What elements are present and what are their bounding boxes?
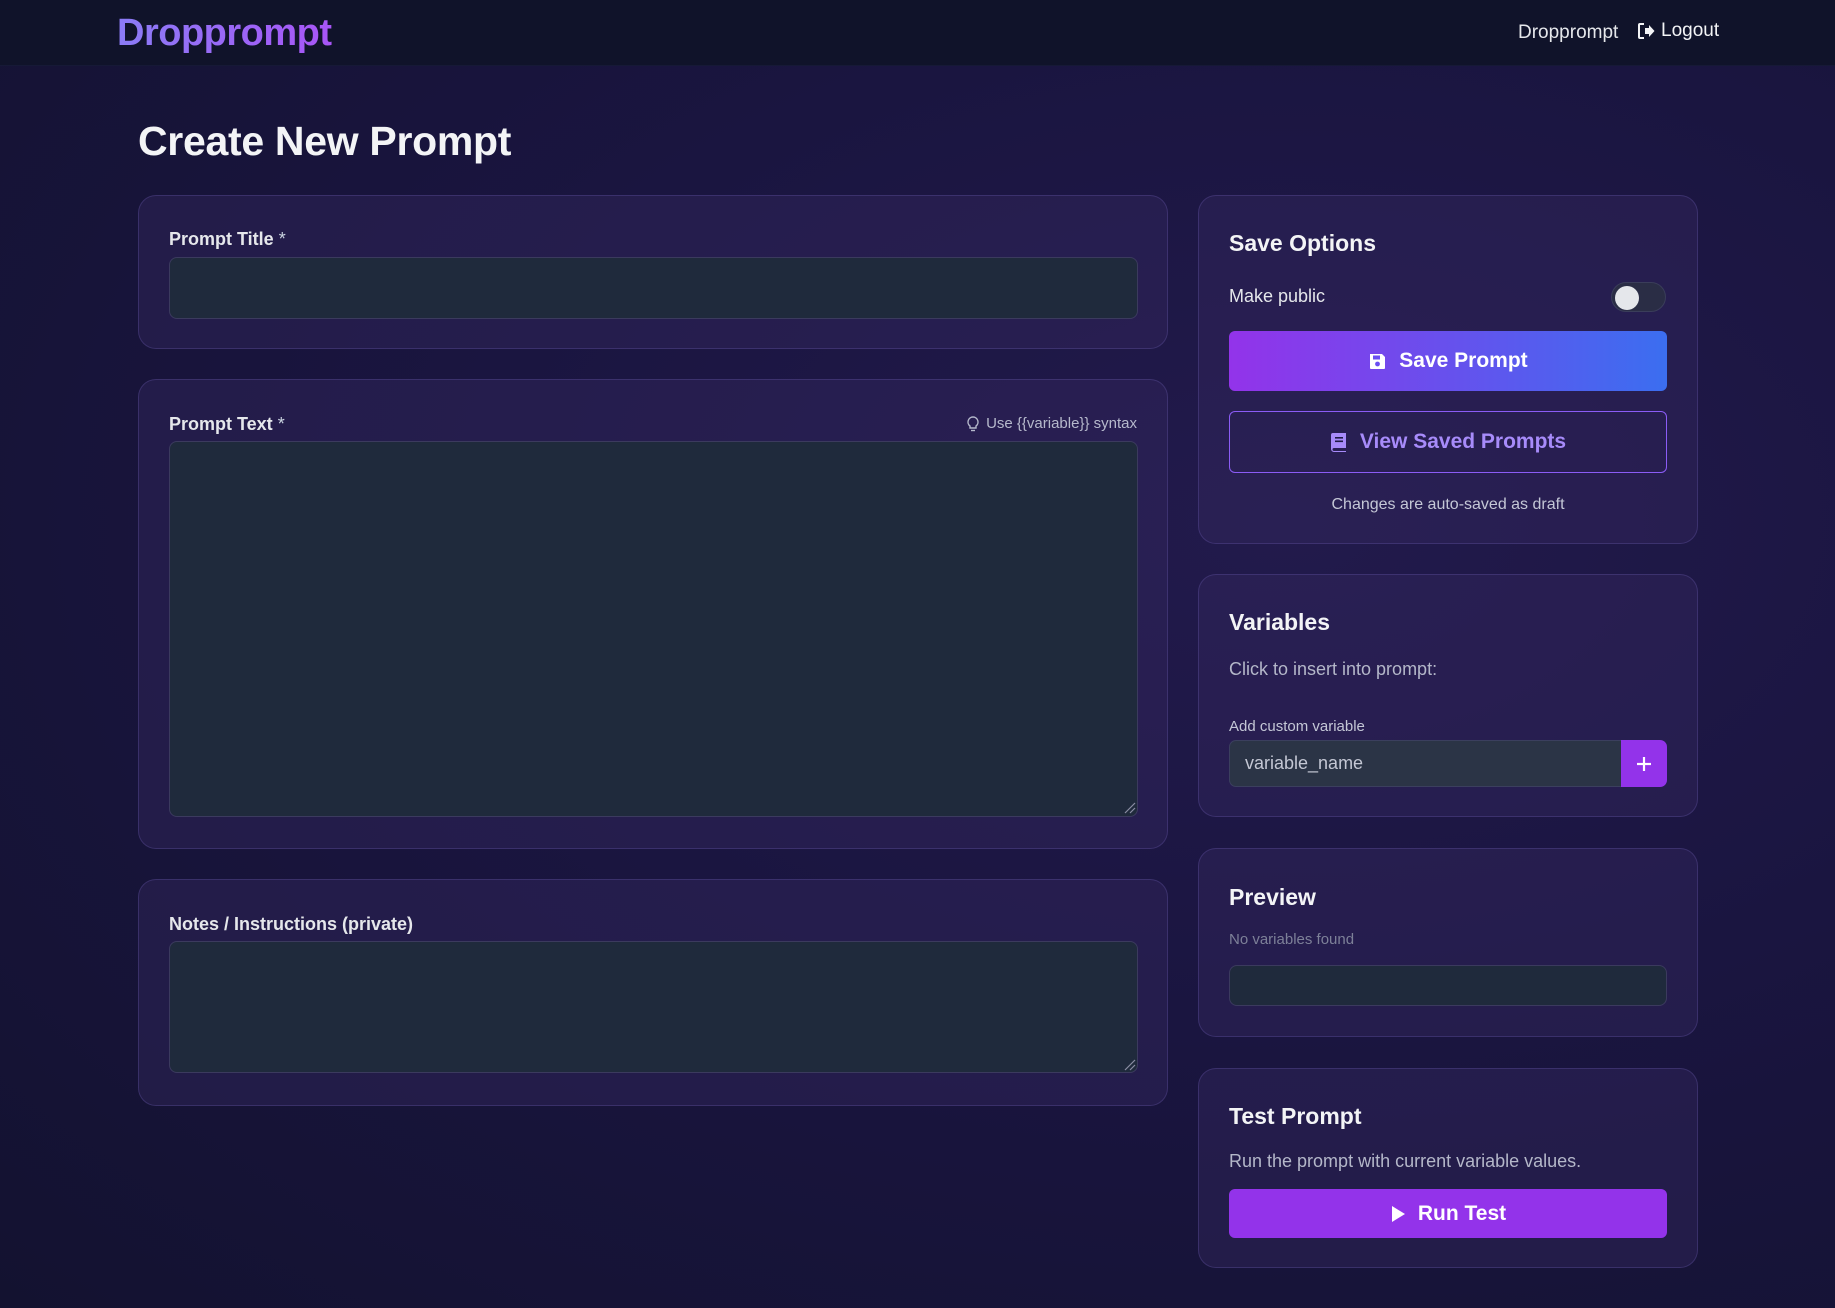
prompt-title-input[interactable] [169, 257, 1138, 319]
run-test-button[interactable]: Run Test [1229, 1189, 1667, 1238]
book-icon [1330, 432, 1346, 452]
notes-card: Notes / Instructions (private) [138, 879, 1168, 1106]
variables-instruction: Click to insert into prompt: [1229, 659, 1438, 679]
make-public-toggle[interactable] [1611, 282, 1666, 312]
lightbulb-icon [967, 415, 979, 431]
autosave-note: Changes are auto-saved as draft [1331, 496, 1565, 513]
custom-variable-label: Add custom variable [1229, 718, 1365, 735]
required-marker: * [277, 414, 285, 434]
view-saved-prompts-label: View Saved Prompts [1359, 430, 1567, 453]
preview-title: Preview [1229, 884, 1316, 910]
logout-icon [1638, 23, 1655, 39]
prompt-text-label: Prompt Text * [169, 414, 285, 434]
test-prompt-description: Run the prompt with current variable val… [1229, 1151, 1582, 1171]
resize-handle-icon[interactable] [1122, 800, 1136, 814]
preview-status: No variables found [1229, 931, 1355, 948]
save-prompt-button[interactable]: Save Prompt [1229, 331, 1667, 391]
variable-syntax-hint: Use {{variable}} syntax [966, 415, 1137, 432]
resize-handle-icon[interactable] [1122, 1057, 1136, 1071]
view-saved-prompts-button[interactable]: View Saved Prompts [1229, 411, 1667, 473]
top-navbar: Dropprompt Dropprompt Logout [0, 0, 1835, 66]
logout-label: Logout [1661, 20, 1720, 41]
custom-variable-input[interactable] [1229, 740, 1622, 787]
save-options-title: Save Options [1229, 230, 1376, 256]
prompt-text-textarea[interactable] [169, 441, 1138, 817]
prompt-title-card: Prompt Title * [138, 195, 1168, 349]
page-title: Create New Prompt [138, 118, 512, 164]
brand-logo[interactable]: Dropprompt [117, 12, 332, 55]
test-prompt-title: Test Prompt [1229, 1103, 1362, 1129]
preview-output [1229, 965, 1667, 1006]
floppy-disk-icon [1370, 353, 1386, 369]
run-test-label: Run Test [1417, 1201, 1507, 1225]
plus-icon [1637, 756, 1651, 771]
variables-title: Variables [1229, 609, 1331, 635]
nav-user-link[interactable]: Dropprompt [1518, 22, 1618, 44]
toggle-knob [1615, 286, 1639, 310]
notes-textarea[interactable] [169, 941, 1138, 1073]
required-marker: * [278, 229, 286, 249]
logout-link[interactable]: Logout [1636, 20, 1719, 42]
save-prompt-label: Save Prompt [1399, 349, 1528, 372]
prompt-text-card: Prompt Text * Use {{variable}} syntax [138, 379, 1168, 849]
notes-label: Notes / Instructions (private) [169, 914, 414, 934]
add-variable-button[interactable] [1621, 740, 1667, 787]
play-icon [1391, 1205, 1405, 1222]
make-public-label: Make public [1229, 286, 1326, 306]
prompt-title-label: Prompt Title * [169, 229, 286, 249]
